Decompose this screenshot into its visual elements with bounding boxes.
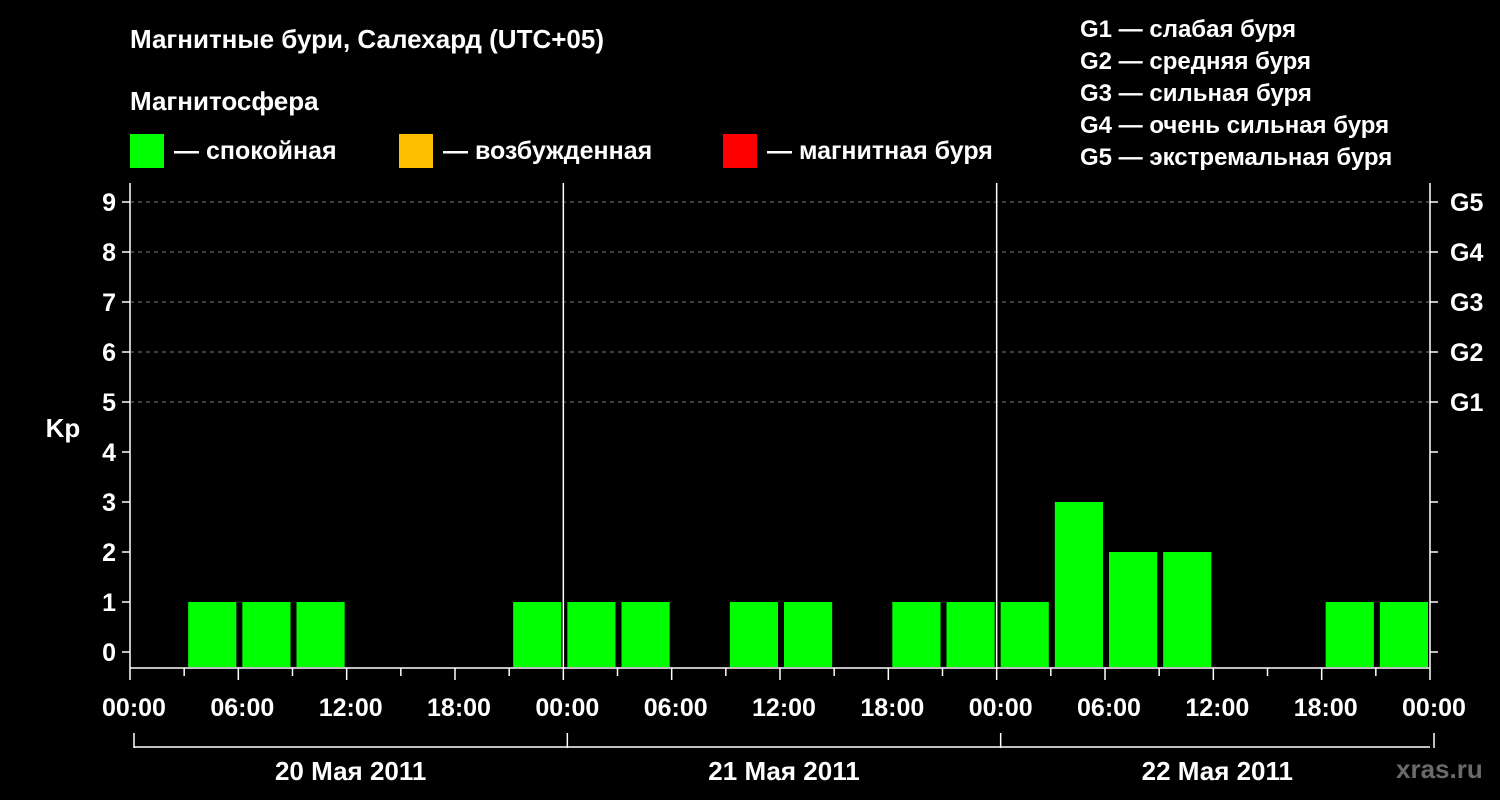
g-scale-label: G1 (1450, 389, 1483, 417)
g-scale-label: G4 (1450, 239, 1483, 267)
y-tick-label: 3 (102, 489, 116, 517)
x-tick-label: 18:00 (427, 694, 491, 722)
x-tick-label: 00:00 (535, 694, 599, 722)
kp-bar (567, 602, 616, 667)
g-scale-label: G3 (1450, 289, 1483, 317)
y-tick-label: 2 (102, 539, 116, 567)
y-tick-label: 0 (102, 639, 116, 667)
y-tick-label: 1 (102, 589, 116, 617)
x-tick-label: 06:00 (210, 694, 274, 722)
g-scale-label: G2 (1450, 339, 1483, 367)
kp-bar (729, 602, 778, 667)
x-tick-label: 00:00 (969, 694, 1033, 722)
kp-bar (1109, 552, 1158, 667)
x-tick-label: 06:00 (1077, 694, 1141, 722)
kp-bar (892, 602, 941, 667)
x-tick-label: 00:00 (1402, 694, 1466, 722)
kp-bar (296, 602, 345, 667)
x-tick-label: 12:00 (752, 694, 816, 722)
watermark: xras.ru (1396, 754, 1483, 784)
kp-bar (1379, 602, 1428, 667)
g-scale-label: G5 (1450, 189, 1483, 217)
y-tick-label: 5 (102, 389, 116, 417)
kp-bar (242, 602, 291, 667)
kp-bar (1000, 602, 1049, 667)
kp-chart: 0 1 2 3 4 5 6 7 8 9 G1 G2 G3 G4 G5 Kp 00:00 06:00 12:00 18:… (46, 183, 1483, 786)
kp-bar (513, 602, 562, 667)
x-tick-label: 18:00 (1294, 694, 1358, 722)
kp-bar (1325, 602, 1374, 667)
day-label: 20 Мая 2011 (275, 756, 426, 786)
kp-bar (1054, 502, 1103, 667)
kp-bar (784, 602, 833, 667)
y-axis-title: Kp (46, 413, 81, 443)
x-tick-label: 00:00 (102, 694, 166, 722)
kp-bar (188, 602, 237, 667)
x-tick-label: 12:00 (319, 694, 383, 722)
y-tick-label: 4 (102, 439, 116, 467)
y-tick-label: 7 (102, 289, 116, 317)
day-label: 22 Мая 2011 (1142, 756, 1293, 786)
y-tick-label: 6 (102, 339, 116, 367)
kp-bar (1163, 552, 1212, 667)
x-tick-label: 18:00 (860, 694, 924, 722)
kp-bar (621, 602, 670, 667)
x-tick-label: 12:00 (1185, 694, 1249, 722)
kp-bar (946, 602, 995, 667)
y-tick-label: 8 (102, 239, 116, 267)
x-tick-label: 06:00 (644, 694, 708, 722)
day-label: 21 Мая 2011 (708, 756, 859, 786)
y-tick-label: 9 (102, 189, 116, 217)
